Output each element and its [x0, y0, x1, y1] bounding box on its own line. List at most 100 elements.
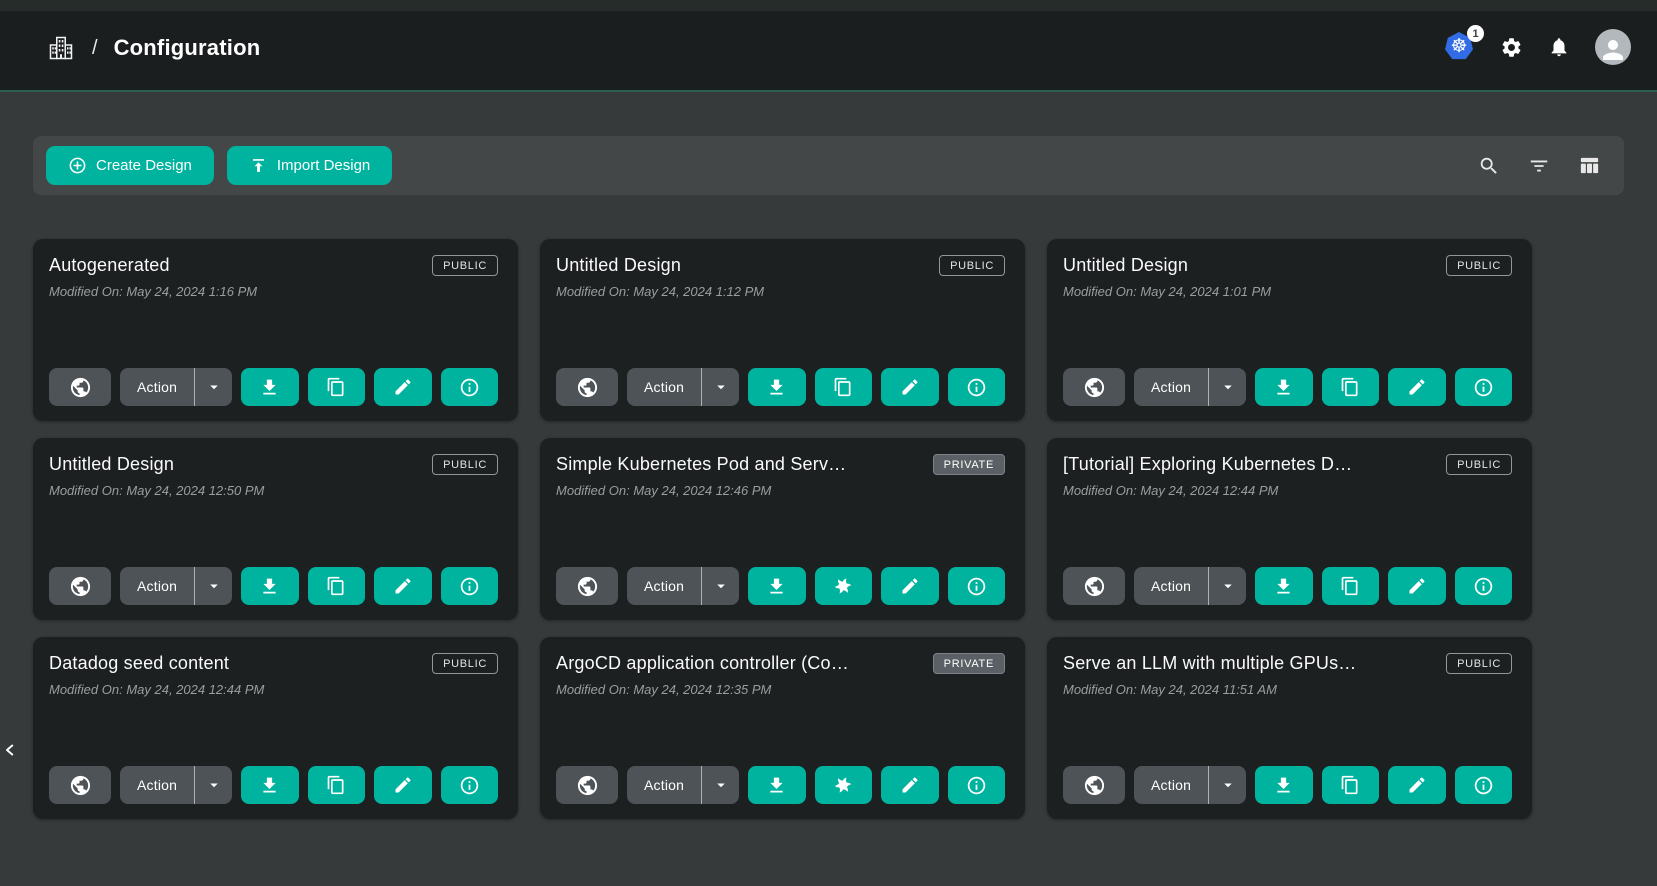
download-button[interactable] — [1255, 567, 1312, 605]
action-button[interactable]: Action — [1134, 368, 1208, 406]
design-card: Serve an LLM with multiple GPUs… PUBLIC … — [1047, 637, 1532, 819]
kubernetes-context-button[interactable]: ☸ 1 — [1445, 32, 1475, 62]
visibility-globe-button[interactable] — [1063, 766, 1125, 804]
caret-down-icon — [205, 776, 223, 794]
action-dropdown-toggle[interactable] — [1209, 567, 1246, 605]
download-button[interactable] — [748, 766, 805, 804]
info-button[interactable] — [948, 567, 1005, 605]
edit-button[interactable] — [881, 766, 938, 804]
clone-button[interactable] — [308, 766, 365, 804]
info-button[interactable] — [1455, 766, 1512, 804]
globe-icon — [576, 774, 599, 797]
action-button[interactable]: Action — [120, 567, 194, 605]
info-button[interactable] — [1455, 567, 1512, 605]
clone-button[interactable] — [1322, 368, 1379, 406]
edit-button[interactable] — [374, 567, 431, 605]
download-button[interactable] — [1255, 766, 1312, 804]
filter-icon[interactable] — [1527, 154, 1551, 178]
clone-button[interactable] — [1322, 567, 1379, 605]
settings-gear-icon[interactable] — [1499, 35, 1523, 59]
modified-on-text: Modified On: May 24, 2024 12:44 PM — [1063, 483, 1512, 498]
visibility-globe-button[interactable] — [49, 368, 111, 406]
action-button[interactable]: Action — [627, 368, 701, 406]
design-card: Simple Kubernetes Pod and Serv… PRIVATE … — [540, 438, 1025, 620]
design-swirl-button[interactable] — [815, 567, 872, 605]
edit-button[interactable] — [881, 368, 938, 406]
pencil-icon — [900, 576, 920, 596]
edit-button[interactable] — [1388, 567, 1445, 605]
edit-button[interactable] — [1388, 368, 1445, 406]
pencil-icon — [1407, 576, 1427, 596]
design-swirl-button[interactable] — [815, 766, 872, 804]
modified-on-text: Modified On: May 24, 2024 12:46 PM — [556, 483, 1005, 498]
action-button[interactable]: Action — [1134, 567, 1208, 605]
info-icon — [966, 576, 987, 597]
clone-button[interactable] — [308, 567, 365, 605]
download-icon — [259, 576, 280, 597]
sidebar-collapse-chevron-icon[interactable] — [1, 736, 21, 764]
design-card: ArgoCD application controller (Co… PRIVA… — [540, 637, 1025, 819]
visibility-globe-button[interactable] — [556, 766, 618, 804]
download-button[interactable] — [1255, 368, 1312, 406]
info-button[interactable] — [441, 766, 498, 804]
action-button[interactable]: Action — [627, 567, 701, 605]
action-dropdown-toggle[interactable] — [702, 368, 739, 406]
info-button[interactable] — [948, 766, 1005, 804]
visibility-globe-button[interactable] — [556, 567, 618, 605]
kubernetes-context-count-badge: 1 — [1467, 25, 1484, 42]
info-button[interactable] — [441, 368, 498, 406]
action-button[interactable]: Action — [627, 766, 701, 804]
download-button[interactable] — [241, 766, 298, 804]
visibility-globe-button[interactable] — [556, 368, 618, 406]
action-dropdown-toggle[interactable] — [702, 766, 739, 804]
info-button[interactable] — [1455, 368, 1512, 406]
action-dropdown-toggle[interactable] — [1209, 766, 1246, 804]
copy-icon — [833, 377, 853, 397]
globe-icon — [1083, 376, 1106, 399]
action-dropdown-toggle[interactable] — [195, 567, 232, 605]
info-button[interactable] — [441, 567, 498, 605]
copy-icon — [1340, 377, 1360, 397]
action-button[interactable]: Action — [120, 766, 194, 804]
action-dropdown-toggle[interactable] — [195, 368, 232, 406]
action-dropdown-toggle[interactable] — [1209, 368, 1246, 406]
info-button[interactable] — [948, 368, 1005, 406]
pencil-icon — [393, 377, 413, 397]
visibility-badge: PUBLIC — [432, 454, 498, 475]
clone-button[interactable] — [308, 368, 365, 406]
download-button[interactable] — [748, 368, 805, 406]
globe-icon — [1083, 575, 1106, 598]
visibility-globe-button[interactable] — [1063, 368, 1125, 406]
pencil-icon — [1407, 775, 1427, 795]
visibility-globe-button[interactable] — [49, 766, 111, 804]
search-icon[interactable] — [1477, 154, 1501, 178]
visibility-badge: PUBLIC — [939, 255, 1005, 276]
user-avatar[interactable] — [1595, 29, 1631, 65]
action-button[interactable]: Action — [120, 368, 194, 406]
organization-building-icon[interactable] — [46, 33, 76, 63]
caret-down-icon — [205, 378, 223, 396]
visibility-globe-button[interactable] — [1063, 567, 1125, 605]
action-dropdown-toggle[interactable] — [702, 567, 739, 605]
clone-button[interactable] — [815, 368, 872, 406]
designs-grid: Autogenerated PUBLIC Modified On: May 24… — [33, 239, 1624, 819]
import-design-button[interactable]: Import Design — [227, 146, 392, 185]
edit-button[interactable] — [374, 368, 431, 406]
action-button[interactable]: Action — [1134, 766, 1208, 804]
table-view-icon[interactable] — [1577, 154, 1601, 178]
clone-button[interactable] — [1322, 766, 1379, 804]
edit-button[interactable] — [1388, 766, 1445, 804]
action-dropdown-toggle[interactable] — [195, 766, 232, 804]
create-design-button[interactable]: Create Design — [46, 146, 214, 185]
download-button[interactable] — [748, 567, 805, 605]
visibility-globe-button[interactable] — [49, 567, 111, 605]
edit-button[interactable] — [374, 766, 431, 804]
download-icon — [259, 377, 280, 398]
edit-button[interactable] — [881, 567, 938, 605]
globe-icon — [69, 774, 92, 797]
info-icon — [459, 775, 480, 796]
globe-icon — [576, 575, 599, 598]
download-button[interactable] — [241, 368, 298, 406]
download-button[interactable] — [241, 567, 298, 605]
notifications-bell-icon[interactable] — [1547, 35, 1571, 59]
